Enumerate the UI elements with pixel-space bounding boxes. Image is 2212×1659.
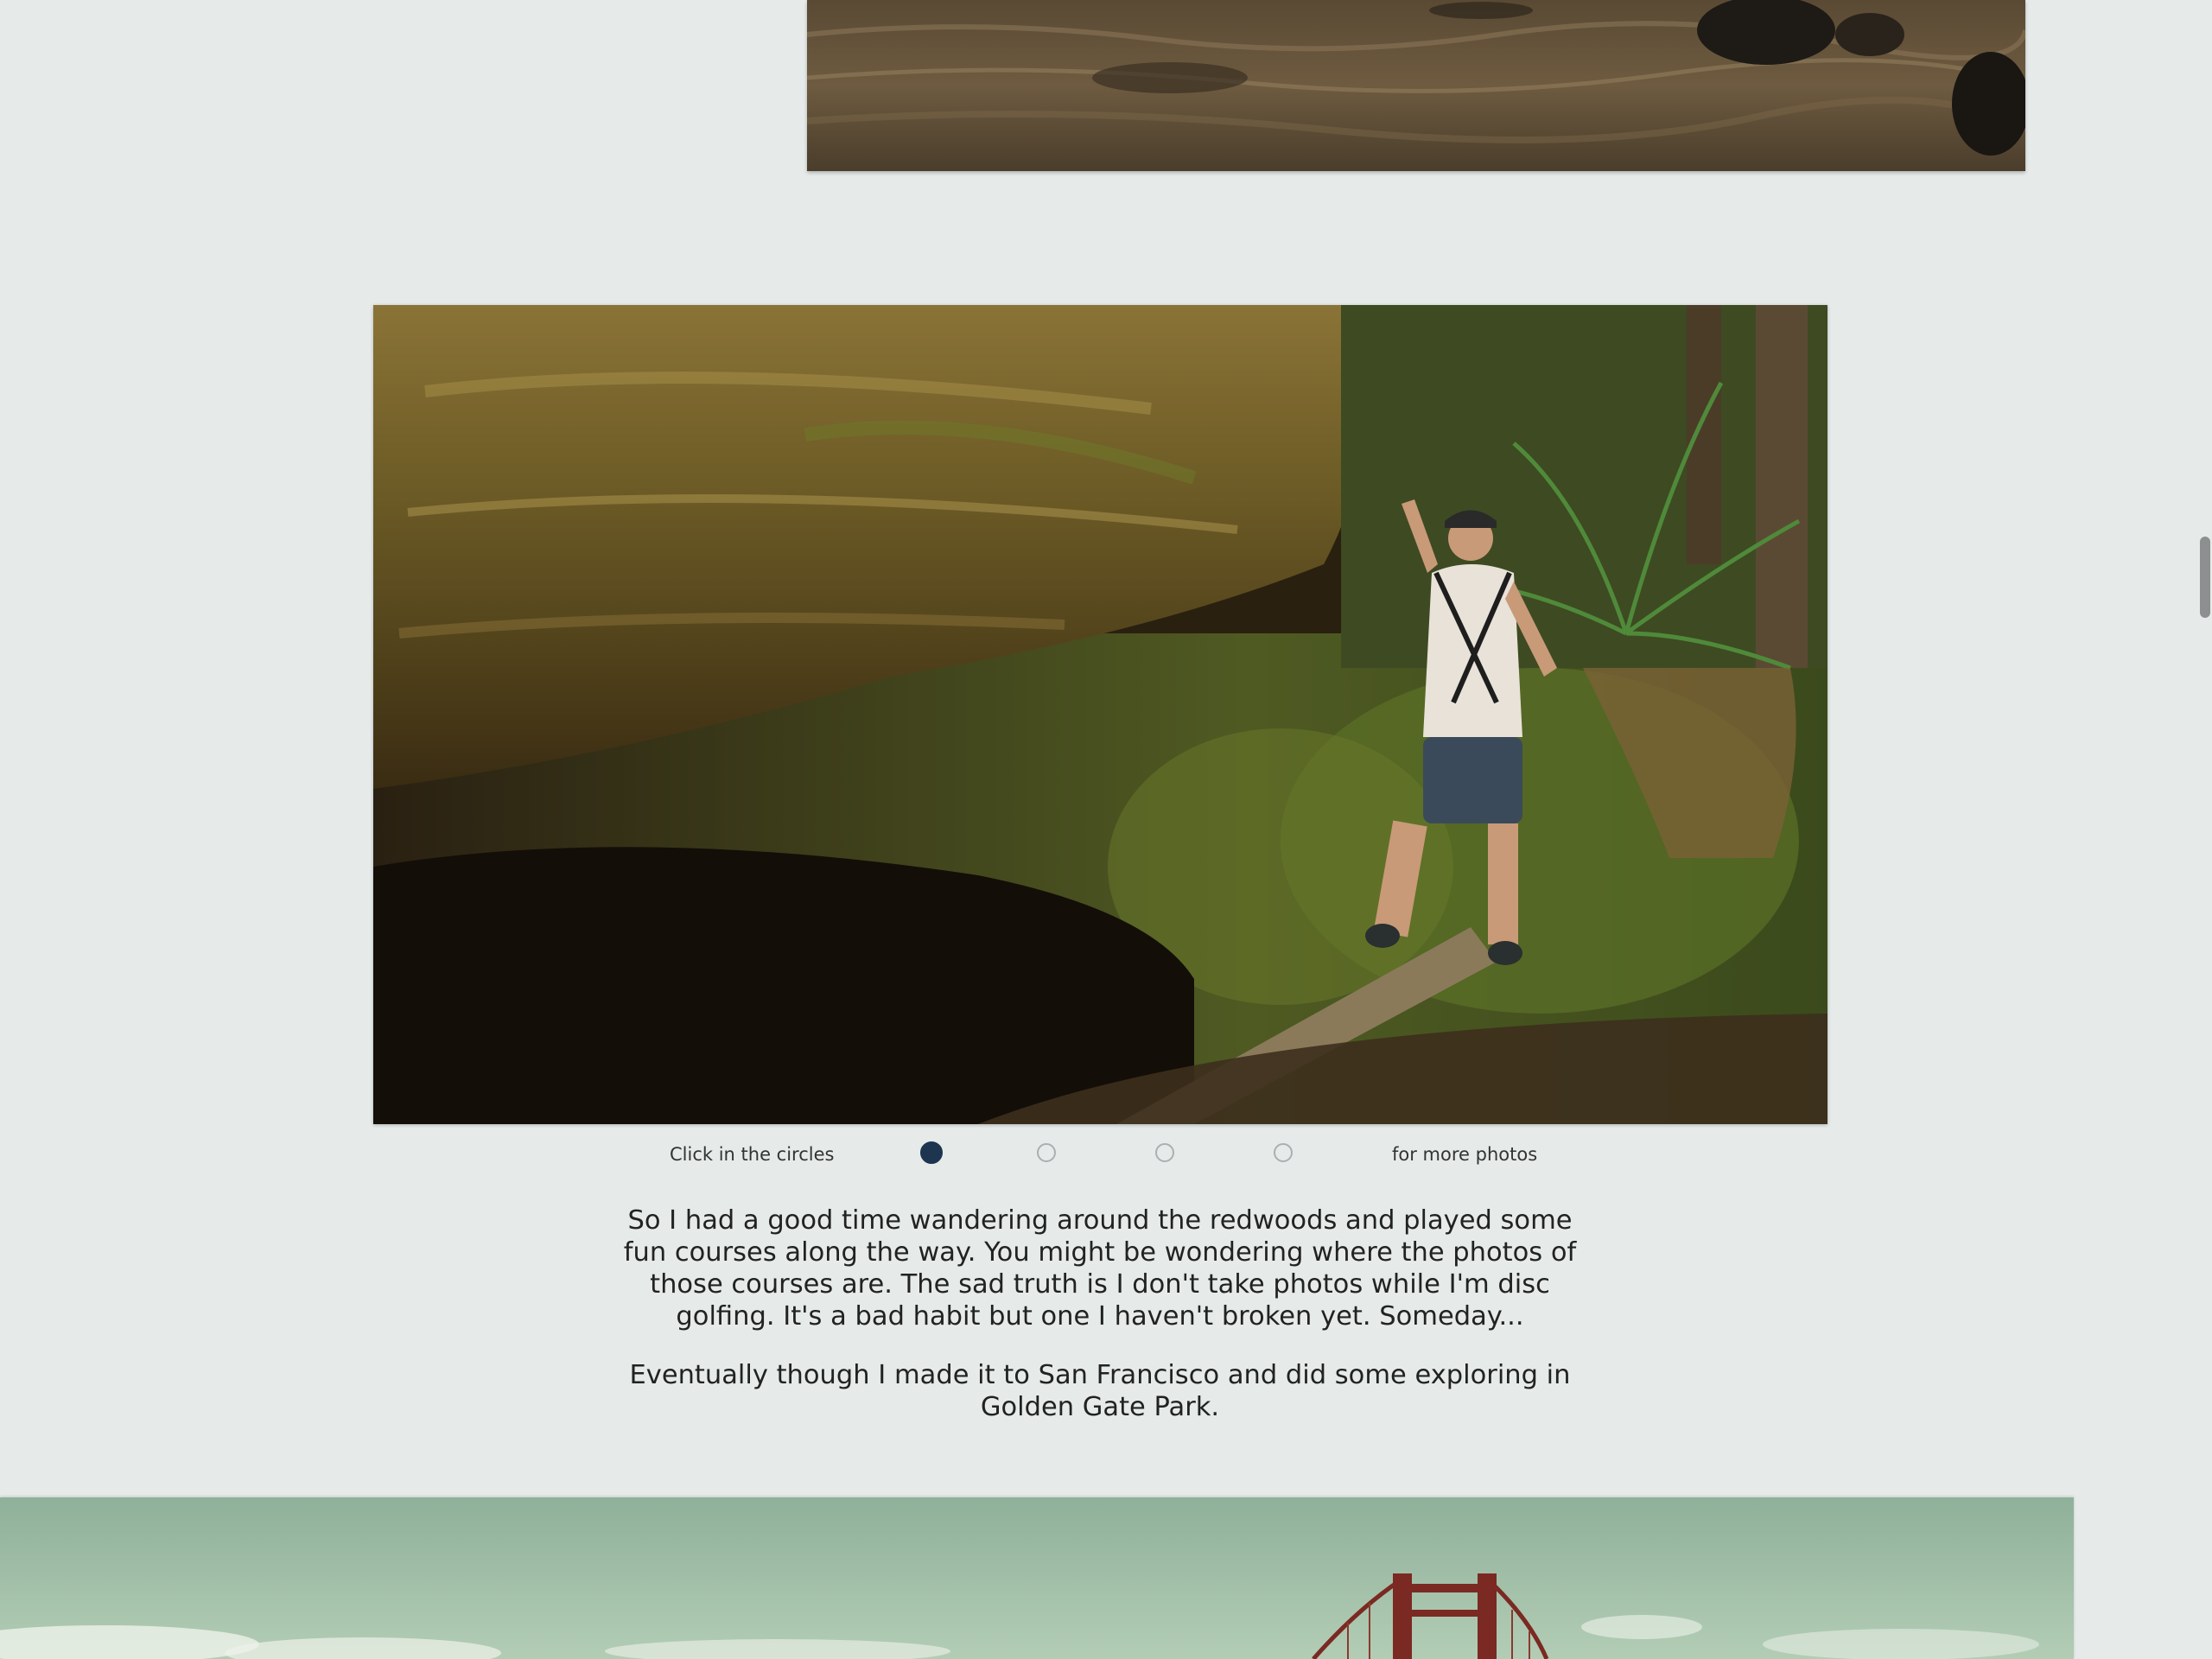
carousel-dot-3[interactable] [1155, 1143, 1174, 1162]
carousel-hint-right: for more photos [1392, 1144, 1538, 1165]
carousel-dot-4[interactable] [1274, 1143, 1293, 1162]
article-paragraph-2: Eventually though I made it to San Franc… [629, 1360, 1571, 1422]
redwood-hiker-photo [373, 305, 1827, 1124]
golden-gate-bridge-photo [0, 1497, 2074, 1659]
river-photo [807, 0, 2025, 171]
photo-carousel-controls: Click in the circles for more photos [373, 1132, 1827, 1177]
page-scrollbar-thumb[interactable] [2200, 537, 2210, 618]
carousel-hint-left: Click in the circles [670, 1144, 835, 1165]
page: Click in the circles for more photos So … [0, 0, 2212, 1659]
carousel-dot-1[interactable] [920, 1141, 943, 1164]
article-paragraph-1: So I had a good time wandering around th… [623, 1205, 1577, 1332]
article-text: So I had a good time wandering around th… [605, 1205, 1595, 1450]
carousel-dot-2[interactable] [1037, 1143, 1056, 1162]
